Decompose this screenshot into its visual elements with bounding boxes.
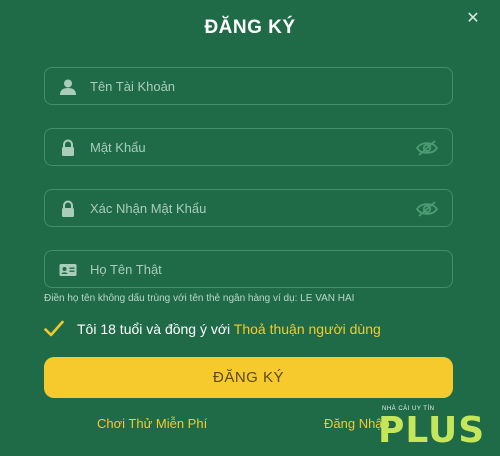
fullname-field[interactable]: Họ Tên Thật [44, 250, 453, 288]
checkmark-icon[interactable] [44, 320, 64, 338]
register-button[interactable]: ĐĂNG KÝ [44, 357, 453, 398]
fullname-hint: Điền họ tên không dấu trùng với tên thẻ … [44, 293, 355, 304]
user-icon [60, 79, 76, 95]
eye-slash-icon[interactable] [415, 139, 439, 157]
terms-link[interactable]: Thoả thuận người dùng [234, 321, 381, 337]
agree-text: Tôi 18 tuổi và đồng ý với [77, 321, 231, 337]
lock-icon [62, 139, 74, 156]
watermark-text: PLUS [378, 410, 486, 451]
confirm-password-field[interactable]: Xác Nhận Mật Khẩu [44, 189, 453, 227]
close-icon[interactable]: ✕ [465, 11, 481, 27]
confirm-password-placeholder: Xác Nhận Mật Khẩu [90, 201, 207, 216]
id-card-icon [59, 264, 77, 276]
watermark-logo: NHÀ CÁI UY TÍN PLUS [378, 406, 496, 452]
eye-slash-icon[interactable] [415, 200, 439, 218]
password-field[interactable]: Mật Khẩu [44, 128, 453, 166]
lock-icon [62, 200, 74, 217]
try-free-link[interactable]: Chơi Thử Miễn Phí [97, 416, 207, 431]
agree-text-wrap: Tôi 18 tuổi và đồng ý với Thoả thuận ngư… [77, 321, 381, 337]
username-field[interactable]: Tên Tài Khoản [44, 67, 453, 105]
password-placeholder: Mật Khẩu [90, 140, 146, 155]
modal-title: ĐĂNG KÝ [204, 17, 296, 38]
register-modal: ĐĂNG KÝ ✕ Tên Tài Khoản Mật Khẩu Xác Nhậ… [0, 0, 500, 456]
username-placeholder: Tên Tài Khoản [90, 79, 176, 94]
fullname-placeholder: Họ Tên Thật [90, 262, 162, 277]
